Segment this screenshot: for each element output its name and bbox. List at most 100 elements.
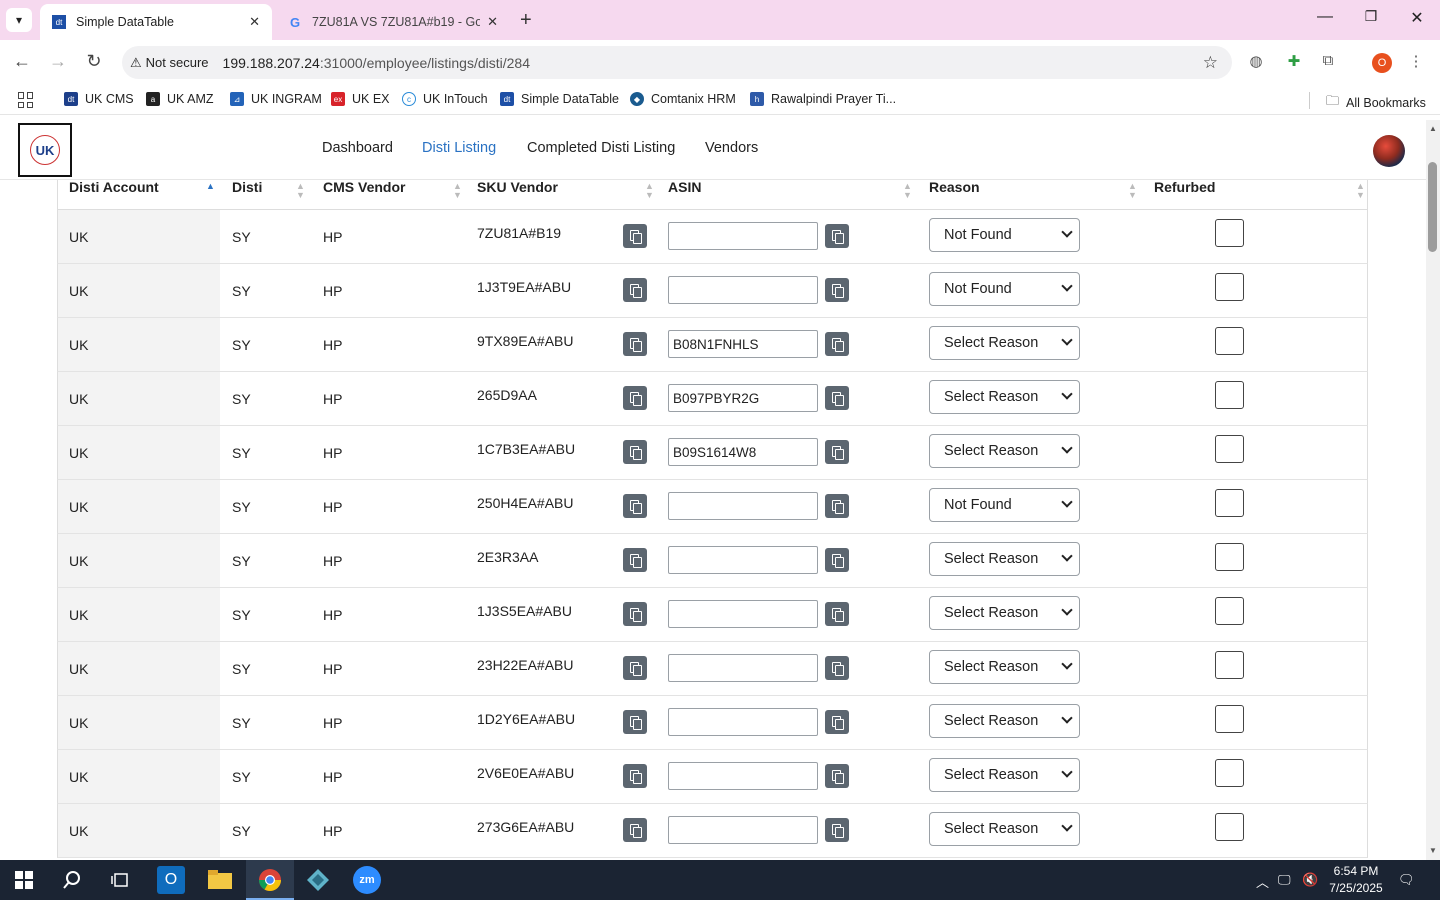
reason-select[interactable]: Select Reason: [929, 704, 1080, 738]
refurbed-checkbox[interactable]: [1215, 327, 1244, 355]
copy-sku-button[interactable]: [623, 494, 647, 518]
refurbed-checkbox[interactable]: [1215, 489, 1244, 517]
address-bar[interactable]: ⚠ Not secure 199.188.207.24:31000/employ…: [122, 46, 1232, 79]
network-icon[interactable]: 🖵: [1278, 872, 1291, 888]
copy-sku-button[interactable]: [623, 224, 647, 248]
copy-sku-button[interactable]: [623, 386, 647, 410]
volume-muted-icon[interactable]: 🔇: [1302, 872, 1318, 888]
copy-asin-button[interactable]: [825, 440, 849, 464]
reason-select[interactable]: Not Found: [929, 272, 1080, 306]
bookmark-comtanix-hrm[interactable]: ◆ Comtanix HRM: [630, 92, 736, 106]
tab-search-button[interactable]: ▾: [6, 8, 32, 32]
reason-select[interactable]: Not Found: [929, 488, 1080, 522]
close-tab-icon[interactable]: ✕: [249, 14, 260, 30]
refurbed-checkbox[interactable]: [1215, 273, 1244, 301]
copy-asin-button[interactable]: [825, 602, 849, 626]
forward-arrow-icon[interactable]: →: [46, 51, 70, 72]
bookmark-simple-datatable[interactable]: dt Simple DataTable: [500, 92, 619, 106]
copy-asin-button[interactable]: [825, 224, 849, 248]
copy-sku-button[interactable]: [623, 278, 647, 302]
reason-select[interactable]: Not Found: [929, 218, 1080, 252]
copy-sku-button[interactable]: [623, 656, 647, 680]
header-refurbed[interactable]: Refurbed ▲ ▼: [1154, 180, 1365, 210]
notifications-icon[interactable]: 🗨: [1398, 872, 1415, 888]
outlook-icon[interactable]: O: [157, 866, 185, 894]
bookmark-uk-amz[interactable]: a UK AMZ: [146, 92, 214, 106]
copy-sku-button[interactable]: [623, 764, 647, 788]
header-sku-vendor[interactable]: SKU Vendor ▲ ▼: [477, 180, 654, 210]
asin-input[interactable]: [668, 492, 818, 520]
copy-asin-button[interactable]: [825, 710, 849, 734]
nav-vendors[interactable]: Vendors: [705, 140, 758, 156]
copy-asin-button[interactable]: [825, 332, 849, 356]
copy-asin-button[interactable]: [825, 278, 849, 302]
copy-asin-button[interactable]: [825, 548, 849, 572]
header-cms-vendor[interactable]: CMS Vendor ▲ ▼: [323, 180, 462, 210]
reason-select[interactable]: Select Reason: [929, 758, 1080, 792]
chrome-menu-icon[interactable]: ⋮: [1406, 52, 1426, 72]
copy-sku-button[interactable]: [623, 332, 647, 356]
scroll-down-icon[interactable]: ▼: [1429, 846, 1437, 855]
header-reason[interactable]: Reason ▲ ▼: [929, 180, 1137, 210]
reason-select[interactable]: Select Reason: [929, 434, 1080, 468]
asin-input[interactable]: [668, 708, 818, 736]
asin-input[interactable]: [668, 276, 818, 304]
refurbed-checkbox[interactable]: [1215, 651, 1244, 679]
task-view-icon[interactable]: [106, 866, 134, 894]
user-avatar[interactable]: [1373, 135, 1405, 167]
new-tab-icon[interactable]: +: [520, 9, 532, 32]
refurbed-checkbox[interactable]: [1215, 705, 1244, 733]
refurbed-checkbox[interactable]: [1215, 813, 1244, 841]
asin-input[interactable]: [668, 438, 818, 466]
copy-asin-button[interactable]: [825, 764, 849, 788]
all-bookmarks-folder[interactable]: 🗀 All Bookmarks: [1326, 92, 1426, 114]
copy-asin-button[interactable]: [825, 386, 849, 410]
zoom-icon[interactable]: zm: [353, 866, 381, 894]
asin-input[interactable]: [668, 600, 818, 628]
refurbed-checkbox[interactable]: [1215, 597, 1244, 625]
file-explorer-icon[interactable]: [206, 866, 234, 894]
nav-dashboard[interactable]: Dashboard: [322, 140, 393, 156]
bookmark-star-icon[interactable]: ☆: [1203, 53, 1218, 73]
back-arrow-icon[interactable]: ←: [10, 51, 34, 72]
header-disti-account[interactable]: Disti Account ▲: [69, 180, 215, 210]
reason-select[interactable]: Select Reason: [929, 380, 1080, 414]
nav-disti-listing[interactable]: Disti Listing: [422, 140, 496, 156]
reason-select[interactable]: Select Reason: [929, 650, 1080, 684]
asin-input[interactable]: [668, 384, 818, 412]
extension-puzzle-green-icon[interactable]: ✚: [1284, 52, 1304, 72]
system-clock[interactable]: 6:54 PM 7/25/2025: [1328, 863, 1384, 897]
copy-asin-button[interactable]: [825, 818, 849, 842]
nav-completed-disti-listing[interactable]: Completed Disti Listing: [527, 140, 675, 156]
header-disti[interactable]: Disti ▲ ▼: [232, 180, 305, 210]
refurbed-checkbox[interactable]: [1215, 759, 1244, 787]
reload-icon[interactable]: ↻: [82, 51, 106, 72]
reason-select[interactable]: Select Reason: [929, 326, 1080, 360]
security-indicator[interactable]: ⚠ Not secure: [130, 55, 209, 71]
translate-globe-icon[interactable]: ◍: [1246, 52, 1266, 72]
copy-sku-button[interactable]: [623, 818, 647, 842]
copy-asin-button[interactable]: [825, 656, 849, 680]
copy-sku-button[interactable]: [623, 440, 647, 464]
apps-grid-icon[interactable]: [18, 92, 34, 108]
bookmark-uk-ex[interactable]: ex UK EX: [331, 92, 390, 106]
asin-input[interactable]: [668, 816, 818, 844]
refurbed-checkbox[interactable]: [1215, 543, 1244, 571]
asin-input[interactable]: [668, 222, 818, 250]
header-asin[interactable]: ASIN ▲ ▼: [668, 180, 912, 210]
refurbed-checkbox[interactable]: [1215, 219, 1244, 247]
tray-overflow-icon[interactable]: ︿: [1256, 872, 1269, 891]
app-diamond-icon[interactable]: [304, 866, 332, 894]
scrollbar-thumb[interactable]: [1428, 162, 1437, 252]
bookmark-uk-ingram[interactable]: ⊿ UK INGRAM: [230, 92, 322, 106]
copy-sku-button[interactable]: [623, 602, 647, 626]
scroll-up-icon[interactable]: ▲: [1429, 124, 1437, 133]
app-logo[interactable]: UK: [18, 123, 72, 177]
copy-sku-button[interactable]: [623, 548, 647, 572]
search-icon[interactable]: [58, 866, 86, 894]
minimize-icon[interactable]: —: [1310, 8, 1340, 26]
bookmark-uk-intouch[interactable]: c UK InTouch: [402, 92, 488, 106]
reason-select[interactable]: Select Reason: [929, 596, 1080, 630]
tab-google-search[interactable]: G 7ZU81A VS 7ZU81A#b19 - Goo ✕: [276, 4, 510, 40]
extensions-puzzle-icon[interactable]: ⧉: [1318, 52, 1338, 72]
